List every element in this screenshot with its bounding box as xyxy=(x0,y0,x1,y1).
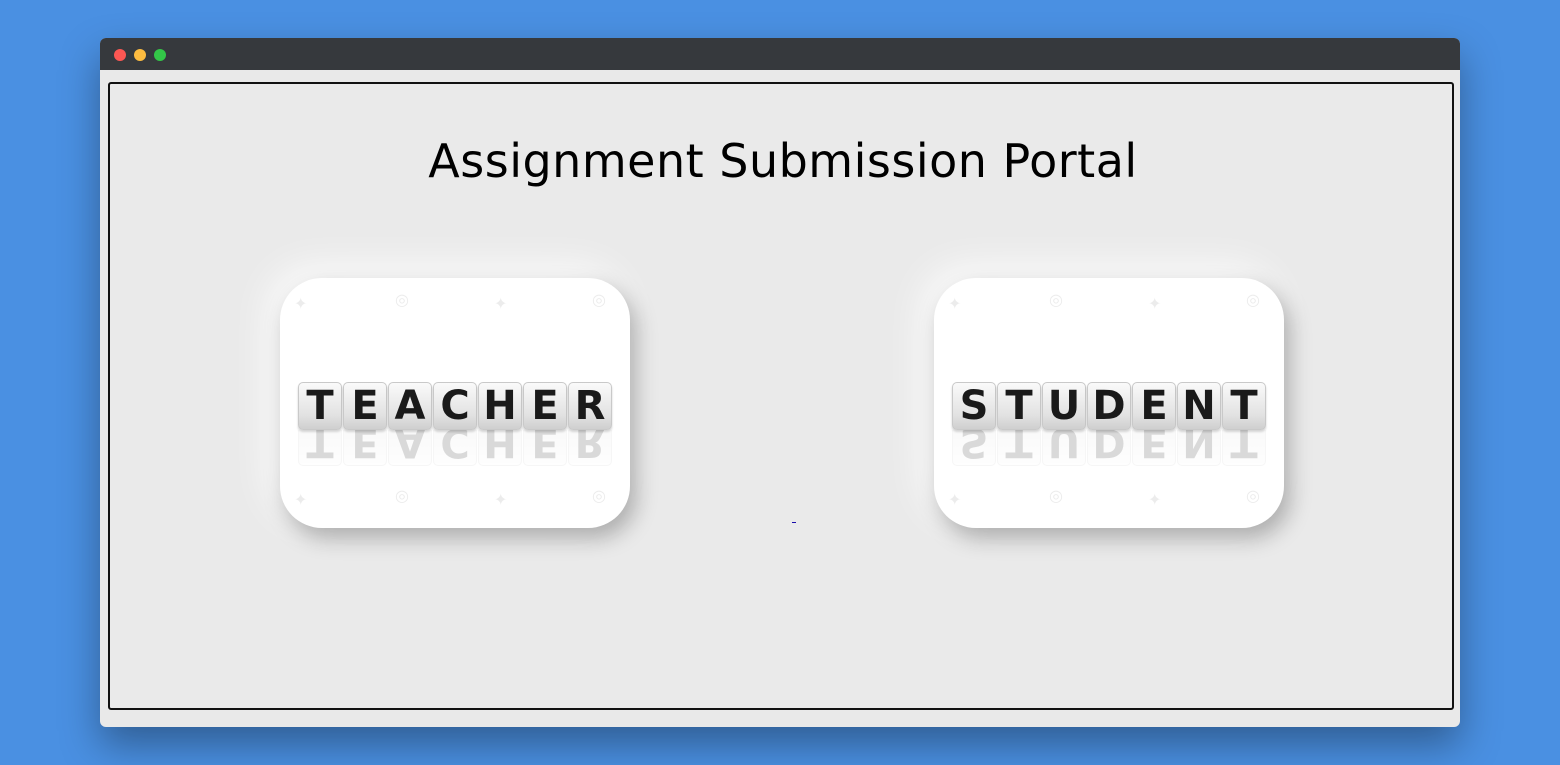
teacher-login-link[interactable]: ✦ ◎ ✦ ◎ ✦ ◎ ✦ ◎ T E A C H E R T E A C H xyxy=(280,278,630,528)
watermark-icon: ✦ xyxy=(494,294,508,313)
page-content: Assignment Submission Portal ✦ ◎ ✦ ◎ ✦ ◎… xyxy=(108,82,1454,710)
letter-tile: T xyxy=(997,382,1041,430)
watermark-icon: ◎ xyxy=(395,486,409,505)
watermark-icon: ◎ xyxy=(1246,486,1260,505)
teacher-image: T E A C H E R xyxy=(280,382,630,430)
maximize-window-button[interactable] xyxy=(154,49,166,61)
watermark-icon: ✦ xyxy=(494,490,508,509)
tile-reflection: T E A C H E R xyxy=(280,430,630,466)
watermark-icon: ◎ xyxy=(592,290,606,309)
letter-tile: E xyxy=(343,382,387,430)
letter-tile: E xyxy=(1132,382,1176,430)
letter-tile: A xyxy=(388,382,432,430)
empty-link[interactable] xyxy=(792,522,796,523)
letter-tile: R xyxy=(568,382,612,430)
minimize-window-button[interactable] xyxy=(134,49,146,61)
letter-tile: H xyxy=(478,382,522,430)
browser-window: Assignment Submission Portal ✦ ◎ ✦ ◎ ✦ ◎… xyxy=(100,38,1460,727)
watermark-icon: ✦ xyxy=(1148,490,1162,509)
watermark-icon: ◎ xyxy=(1049,486,1063,505)
letter-tile: U xyxy=(1042,382,1086,430)
watermark-icon: ✦ xyxy=(294,490,308,509)
watermark-icon: ◎ xyxy=(1246,290,1260,309)
window-titlebar xyxy=(100,38,1460,70)
watermark-icon: ✦ xyxy=(294,294,308,313)
tile-reflection: S T U D E N T xyxy=(934,430,1284,466)
letter-tile: E xyxy=(523,382,567,430)
letter-tile: C xyxy=(433,382,477,430)
letter-tile: N xyxy=(1177,382,1221,430)
letter-tile: D xyxy=(1087,382,1131,430)
student-image: S T U D E N T xyxy=(934,382,1284,430)
letter-tile: S xyxy=(952,382,996,430)
page-title: Assignment Submission Portal xyxy=(428,134,1138,188)
watermark-icon: ◎ xyxy=(1049,290,1063,309)
student-login-link[interactable]: ✦ ◎ ✦ ◎ ✦ ◎ ✦ ◎ S T U D E N T S T U D E xyxy=(934,278,1284,528)
watermark-icon: ◎ xyxy=(395,290,409,309)
watermark-icon: ✦ xyxy=(1148,294,1162,313)
close-window-button[interactable] xyxy=(114,49,126,61)
watermark-icon: ✦ xyxy=(948,490,962,509)
watermark-icon: ◎ xyxy=(592,486,606,505)
watermark-icon: ✦ xyxy=(948,294,962,313)
letter-tile: T xyxy=(298,382,342,430)
letter-tile: T xyxy=(1222,382,1266,430)
